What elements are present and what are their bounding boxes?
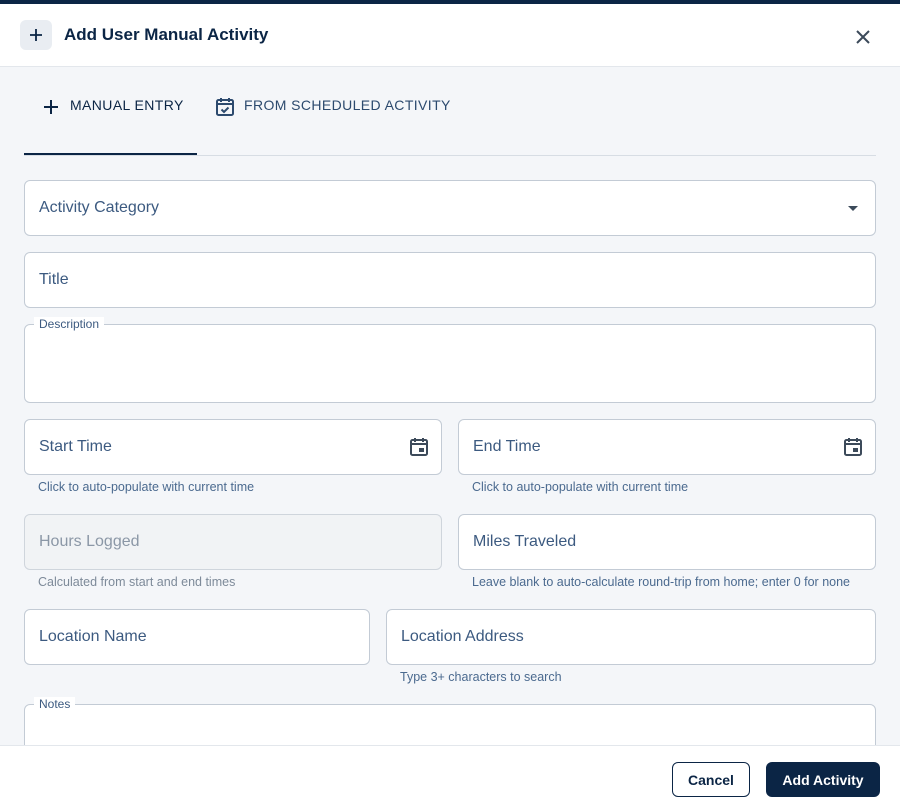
end-time-input[interactable]: End Time (458, 419, 876, 475)
calendar-icon[interactable] (842, 436, 864, 458)
dialog-header: Add User Manual Activity (0, 4, 900, 67)
activity-category-select[interactable]: Activity Category (24, 180, 876, 236)
notes-textarea[interactable]: Notes (24, 697, 876, 745)
add-activity-button[interactable]: Add Activity (766, 762, 880, 797)
tab-from-scheduled-activity[interactable]: FROM SCHEDULED ACTIVITY (214, 97, 451, 155)
plus-icon (40, 96, 62, 118)
location-name-input[interactable]: Location Name (24, 609, 370, 665)
description-label: Description (34, 317, 105, 331)
hours-logged-helper: Calculated from start and end times (38, 575, 236, 589)
cancel-button[interactable]: Cancel (672, 762, 750, 797)
miles-traveled-helper: Leave blank to auto-calculate round-trip… (472, 575, 850, 589)
title-label: Title (39, 271, 69, 288)
tab-label: MANUAL ENTRY (70, 97, 184, 113)
description-textarea[interactable]: Description (24, 317, 876, 403)
end-time-helper: Click to auto-populate with current time (472, 480, 689, 494)
plus-icon (20, 20, 52, 50)
end-time-label: End Time (473, 438, 541, 455)
calendar-icon[interactable] (408, 436, 430, 458)
miles-traveled-input[interactable]: Miles Traveled (458, 514, 876, 570)
location-address-input[interactable]: Location Address (386, 609, 876, 665)
dialog-body: MANUAL ENTRY FROM SCHEDULED ACTIVITY Act… (0, 67, 900, 745)
dialog-title: Add User Manual Activity (64, 25, 269, 44)
title-input[interactable]: Title (24, 252, 876, 308)
tab-label: FROM SCHEDULED ACTIVITY (244, 97, 451, 113)
hours-logged-input: Hours Logged (24, 514, 442, 570)
dropdown-arrow-icon (842, 197, 864, 219)
hours-logged-label: Hours Logged (39, 533, 140, 550)
start-time-label: Start Time (39, 438, 112, 455)
location-name-label: Location Name (39, 628, 147, 645)
notes-label: Notes (34, 697, 76, 711)
start-time-helper: Click to auto-populate with current time (38, 480, 255, 494)
active-tab-indicator (24, 153, 197, 155)
activity-category-label: Activity Category (39, 199, 160, 216)
entry-mode-tabs: MANUAL ENTRY FROM SCHEDULED ACTIVITY (24, 67, 876, 156)
close-icon[interactable] (850, 24, 876, 50)
location-address-label: Location Address (401, 628, 524, 645)
miles-traveled-label: Miles Traveled (473, 533, 577, 550)
location-address-helper: Type 3+ characters to search (400, 670, 562, 684)
tab-manual-entry[interactable]: MANUAL ENTRY (40, 97, 184, 155)
dialog-footer: Cancel Add Activity (0, 745, 900, 810)
start-time-input[interactable]: Start Time (24, 419, 442, 475)
calendar-check-icon (214, 96, 236, 118)
